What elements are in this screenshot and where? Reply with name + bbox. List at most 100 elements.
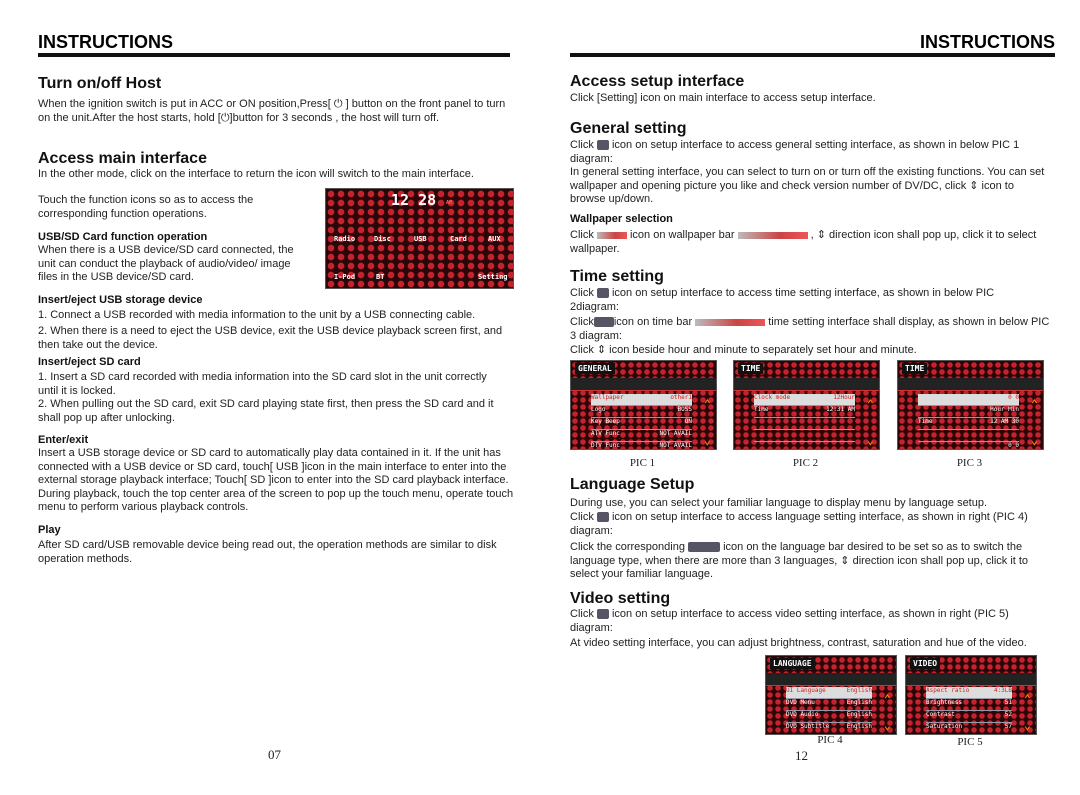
language-title: Language Setup: [570, 476, 695, 493]
down-arrow-icon: ⌄: [883, 718, 891, 732]
radio-icon: Radio: [334, 235, 356, 243]
setting-row: Key Beep ON: [591, 418, 692, 430]
video-title: Video setting: [570, 590, 671, 607]
ipod-icon: I-Pod: [334, 273, 356, 281]
setting-row: Wallpaper other1: [591, 394, 692, 406]
screen-title: TIME: [902, 363, 928, 374]
play-title: Play: [38, 524, 61, 536]
time-bar-icon: [695, 318, 766, 326]
language-text-1: During use, you can select your familiar…: [570, 497, 988, 509]
setting-row: [918, 430, 1019, 442]
setting-row: Time 12:31 AM: [754, 406, 855, 418]
video-text-1: Click icon on setup interface to access …: [570, 608, 1009, 634]
enter-exit-text: Insert a USB storage device or SD card t…: [38, 447, 514, 513]
setting-row: Clock mode 12Hour: [754, 394, 855, 406]
setting-row: DVD Menu English: [786, 699, 872, 711]
setting-row: Aspect ratio 4:3LB: [926, 687, 1012, 699]
setting-row: [754, 442, 855, 449]
wallpaper-text: Click icon on wallpaper bar , ⇕ directio…: [570, 229, 1037, 255]
pic-caption: PIC 3: [956, 457, 983, 469]
down-arrow-icon: ⌄: [703, 433, 711, 447]
language-text-3: Click the corresponding icon on the lang…: [570, 541, 1029, 580]
wallpaper-title: Wallpaper selection: [570, 213, 673, 225]
video-icon: [596, 609, 609, 620]
language-text-2: Click icon on setup interface to access …: [570, 511, 1028, 537]
wallpaper-bar-icon: [737, 231, 808, 239]
pic-caption: PIC 4: [817, 734, 843, 746]
sd-eject-item-2: 2. When pulling out the SD card, exit SD…: [38, 398, 494, 424]
time-title: Time setting: [570, 268, 664, 285]
time-text-3: Click ⇕ icon beside hour and minute to s…: [570, 344, 917, 356]
wallpaper-icon: [596, 231, 627, 239]
turn-on-title: Turn on/off Host: [38, 75, 162, 92]
settings-tab-icons: [734, 378, 879, 391]
play-text: After SD card/USB removable device being…: [38, 539, 497, 565]
usb-sd-title: USB/SD Card function operation: [38, 231, 208, 243]
left-header: INSTRUCTIONS: [38, 32, 173, 52]
screen-title: TIME: [738, 363, 764, 374]
setting-row: DVD Audio English: [786, 711, 872, 723]
up-arrow-icon: ⌃: [883, 692, 891, 706]
up-arrow-icon: ⌃: [1023, 692, 1031, 706]
setting-row: [754, 430, 855, 442]
clock-ampm: AM: [446, 200, 453, 206]
pic-caption: PIC 5: [957, 736, 983, 748]
manual-page: INSTRUCTIONS Turn on/off Host When the i…: [0, 0, 1080, 795]
sd-eject-item-1: 1. Insert a SD card recorded with media …: [38, 371, 487, 397]
up-arrow-icon: ⌃: [1030, 397, 1038, 411]
pic-caption: PIC 2: [792, 457, 819, 469]
setting-row: Brightness 51: [926, 699, 1012, 711]
clock-icon: [596, 288, 609, 299]
setting-row: Saturation 57: [926, 723, 1012, 734]
setting-row: Hour Min: [918, 406, 1019, 418]
video-text-2: At video setting interface, you can adju…: [570, 637, 1027, 649]
up-arrow-icon: ⌃: [866, 397, 874, 411]
main-interface-screenshot: 12 28 AM Radio Disc USB Card AUX I-Pod B…: [325, 188, 514, 289]
screen-title: VIDEO: [910, 658, 941, 669]
usb-eject-title: Insert/eject USB storage device: [38, 294, 203, 306]
clock-time: 12 28: [391, 191, 437, 209]
usb-icon: USB: [414, 235, 427, 243]
general-title: General setting: [570, 120, 687, 137]
down-arrow-icon: ⌄: [1023, 718, 1031, 732]
usb-eject-item-2: 2. When there is a need to eject the USB…: [38, 325, 503, 351]
time-icon: [593, 317, 614, 328]
sd-eject-title: Insert/eject SD card: [38, 356, 141, 368]
right-rule: [570, 53, 1055, 57]
disc-icon: Disc: [374, 235, 391, 243]
setting-row: [754, 418, 855, 430]
aux-icon: AUX: [488, 235, 501, 243]
usb-eject-item-1: 1. Connect a USB recorded with media inf…: [38, 309, 476, 321]
pic-caption: PIC 1: [629, 457, 656, 469]
time-text-2: Click icon on time bar time setting inter…: [570, 316, 1050, 342]
right-header: INSTRUCTIONS: [920, 32, 1055, 52]
general-text-1: Click icon on setup interface to access …: [570, 139, 1020, 165]
setup-text: Click [Setting] icon on main interface t…: [570, 92, 876, 104]
down-arrow-icon: ⌄: [866, 433, 874, 447]
setting-icon: Setting: [478, 273, 508, 281]
settings-tab-icons: [766, 673, 896, 686]
pic-3-screenshot: TIME 0 0 Hour Min Time 12 AM 30 0 0 ⌃ ⌄: [897, 360, 1044, 450]
settings-tab-icons: [906, 673, 1036, 686]
time-text-1: Click icon on setup interface to access …: [570, 287, 995, 313]
setting-row: 0 0: [918, 394, 1019, 406]
screen-title: LANGUAGE: [770, 658, 815, 669]
up-arrow-icon: ⌃: [703, 397, 711, 411]
settings-tab-icons: [898, 378, 1043, 391]
turn-on-text: When the ignition switch is put in ACC o…: [38, 98, 506, 124]
setting-row: Logo BOSS: [591, 406, 692, 418]
pic-5-screenshot: VIDEO Aspect ratio 4:3LB Brightness 51 Contr…: [905, 655, 1037, 735]
general-text-2: In general setting interface, you can se…: [570, 166, 1045, 205]
left-rule: [38, 53, 510, 57]
access-main-text2: Touch the function icons so as to access…: [38, 194, 254, 220]
setting-row: UI Language English: [786, 687, 872, 699]
screen-title: GENERAL: [575, 363, 615, 374]
settings-tab-icons: [571, 378, 716, 391]
usb-sd-text: When there is a USB device/SD card conne…: [38, 244, 294, 283]
setting-row: DTV Func NOT AVAIL: [591, 442, 692, 449]
language-bar-icon: [688, 542, 721, 553]
pic-1-screenshot: GENERAL Wallpaper other1 Logo BOSS Key Beep O…: [570, 360, 717, 450]
access-main-text: In the other mode, click on the interfac…: [38, 168, 474, 180]
pic-4-screenshot: LANGUAGE UI Language English DVD Menu Engli…: [765, 655, 897, 735]
enter-exit-title: Enter/exit: [38, 434, 89, 446]
